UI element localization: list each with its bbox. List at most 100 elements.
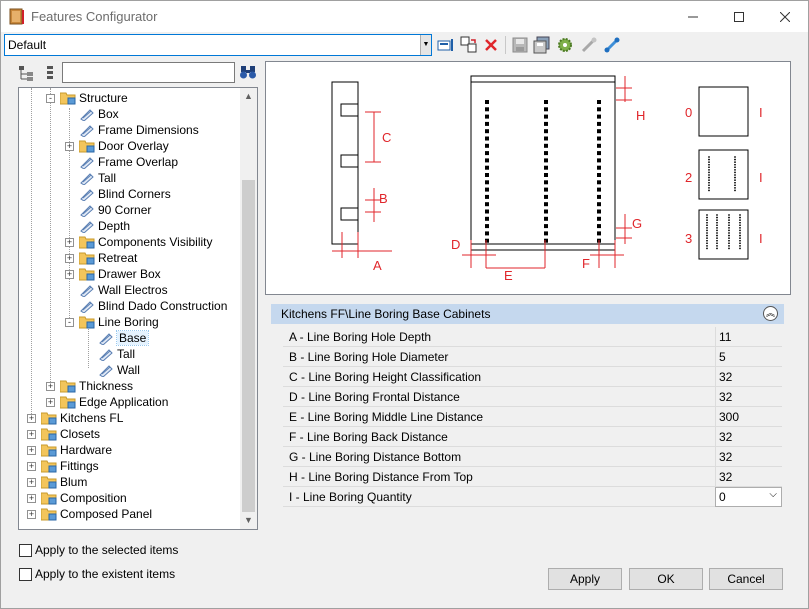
boring-hole	[597, 202, 601, 207]
quantity-select[interactable]: 0 ⌵	[715, 487, 782, 507]
tree-node[interactable]: + Fittings	[19, 458, 239, 474]
tree-node[interactable]: Base	[19, 330, 239, 346]
tree-node[interactable]: - Structure	[19, 90, 239, 106]
property-value[interactable]: 32	[719, 470, 732, 484]
collapse-icon[interactable]: ︽	[763, 306, 778, 321]
property-row[interactable]: F - Line Boring Back Distance 32	[283, 427, 782, 447]
tree-node[interactable]: Blind Corners	[19, 186, 239, 202]
delete-profile-button[interactable]	[481, 35, 501, 55]
expand-icon[interactable]: +	[65, 142, 74, 151]
expand-icon[interactable]: +	[65, 254, 74, 263]
scrollbar-thumb[interactable]	[242, 180, 255, 512]
quantity-hole	[734, 186, 736, 189]
binoculars-icon[interactable]	[239, 64, 257, 80]
quantity-hole	[739, 242, 741, 245]
collapse-node-icon[interactable]: -	[46, 94, 55, 103]
collapse-node-icon[interactable]: -	[65, 318, 74, 327]
tree-node[interactable]: + Edge Application	[19, 394, 239, 410]
tree-node[interactable]: + Drawer Box	[19, 266, 239, 282]
expand-icon[interactable]: +	[27, 446, 36, 455]
expand-icon[interactable]: +	[46, 398, 55, 407]
tree-scrollbar[interactable]: ▲ ▼	[240, 88, 257, 529]
property-value[interactable]: 32	[719, 390, 732, 404]
boring-hole	[544, 129, 548, 134]
expand-icon[interactable]: +	[27, 510, 36, 519]
quantity-hole	[734, 179, 736, 182]
apply-button[interactable]: Apply	[548, 568, 622, 590]
property-row[interactable]: D - Line Boring Frontal Distance 32	[283, 387, 782, 407]
tree-node[interactable]: + Door Overlay	[19, 138, 239, 154]
property-value[interactable]: 32	[719, 430, 732, 444]
scroll-up-icon[interactable]: ▲	[240, 88, 257, 105]
expand-icon[interactable]: +	[65, 270, 74, 279]
expand-all-icon[interactable]	[18, 65, 36, 81]
new-profile-button[interactable]	[436, 35, 456, 55]
tree-node[interactable]: + Closets	[19, 426, 239, 442]
ok-button[interactable]: OK	[629, 568, 703, 590]
property-value[interactable]: 11	[719, 330, 731, 344]
export-button[interactable]	[602, 35, 622, 55]
expand-icon[interactable]: +	[46, 382, 55, 391]
save-button[interactable]	[510, 35, 530, 55]
tree-node[interactable]: Frame Dimensions	[19, 122, 239, 138]
tree-node[interactable]: + Blum	[19, 474, 239, 490]
chevron-down-icon[interactable]: ▼	[420, 35, 431, 55]
tree-node[interactable]: + Kitchens FL	[19, 410, 239, 426]
property-row[interactable]: I - Line Boring Quantity 0 ⌵	[283, 487, 782, 507]
property-value[interactable]: 300	[719, 410, 739, 424]
tree-node[interactable]: Blind Dado Construction	[19, 298, 239, 314]
collapse-all-icon[interactable]	[41, 65, 59, 81]
property-row[interactable]: E - Line Boring Middle Line Distance 300	[283, 407, 782, 427]
minimize-button[interactable]	[670, 1, 716, 32]
expand-icon[interactable]: +	[27, 478, 36, 487]
quantity-hole	[728, 247, 730, 250]
title-bar[interactable]: Features Configurator	[1, 1, 808, 32]
tree-node[interactable]: + Hardware	[19, 442, 239, 458]
tree-node[interactable]: - Line Boring	[19, 314, 239, 330]
expand-icon[interactable]: +	[27, 494, 36, 503]
close-button[interactable]	[762, 1, 808, 32]
property-value[interactable]: 32	[719, 450, 732, 464]
settings-button[interactable]	[555, 35, 575, 55]
expand-icon[interactable]: +	[27, 462, 36, 471]
save-as-button[interactable]	[532, 35, 552, 55]
scroll-down-icon[interactable]: ▼	[240, 512, 257, 529]
tree-node[interactable]: Wall	[19, 362, 239, 378]
boring-hole	[485, 165, 489, 170]
property-row[interactable]: B - Line Boring Hole Diameter 5	[283, 347, 782, 367]
property-row[interactable]: H - Line Boring Distance From Top 32	[283, 467, 782, 487]
tree-node[interactable]: + Retreat	[19, 250, 239, 266]
property-value[interactable]: 5	[719, 350, 726, 364]
quantity-label: 3	[685, 231, 692, 246]
apply-existent-checkbox[interactable]	[19, 568, 32, 581]
features-tree[interactable]: + Composed Panel + Composition + Blum + Fitting…	[18, 87, 258, 530]
cancel-button[interactable]: Cancel	[709, 568, 783, 590]
tree-node[interactable]: + Components Visibility	[19, 234, 239, 250]
tree-node[interactable]: Depth	[19, 218, 239, 234]
tree-node[interactable]: 90 Corner	[19, 202, 239, 218]
tree-node[interactable]: Frame Overlap	[19, 154, 239, 170]
expand-icon[interactable]: +	[27, 414, 36, 423]
property-value[interactable]: 32	[719, 370, 732, 384]
apply-selected-checkbox[interactable]	[19, 544, 32, 557]
copy-profile-button[interactable]	[459, 35, 479, 55]
property-row[interactable]: A - Line Boring Hole Depth 11	[283, 327, 782, 347]
expand-icon[interactable]: +	[27, 430, 36, 439]
expand-icon[interactable]: +	[65, 238, 74, 247]
tree-node[interactable]: Tall	[19, 170, 239, 186]
import-button[interactable]	[579, 35, 599, 55]
tree-node[interactable]: Tall	[19, 346, 239, 362]
tree-node[interactable]: Wall Electros	[19, 282, 239, 298]
tree-node[interactable]: + Composition	[19, 490, 239, 506]
property-row[interactable]: G - Line Boring Distance Bottom 32	[283, 447, 782, 467]
tree-node[interactable]: Box	[19, 106, 239, 122]
maximize-button[interactable]	[716, 1, 762, 32]
tree-node[interactable]: + Composed Panel	[19, 506, 239, 522]
folder-icon	[78, 235, 95, 252]
search-input[interactable]	[62, 62, 235, 83]
property-row[interactable]: C - Line Boring Height Classification 32	[283, 367, 782, 387]
tree-node[interactable]: + Thickness	[19, 378, 239, 394]
property-grid-header[interactable]: Kitchens FF\Line Boring Base Cabinets ︽	[271, 304, 784, 324]
quantity-hole	[716, 237, 718, 240]
profile-combo[interactable]: Default ▼	[4, 34, 432, 56]
